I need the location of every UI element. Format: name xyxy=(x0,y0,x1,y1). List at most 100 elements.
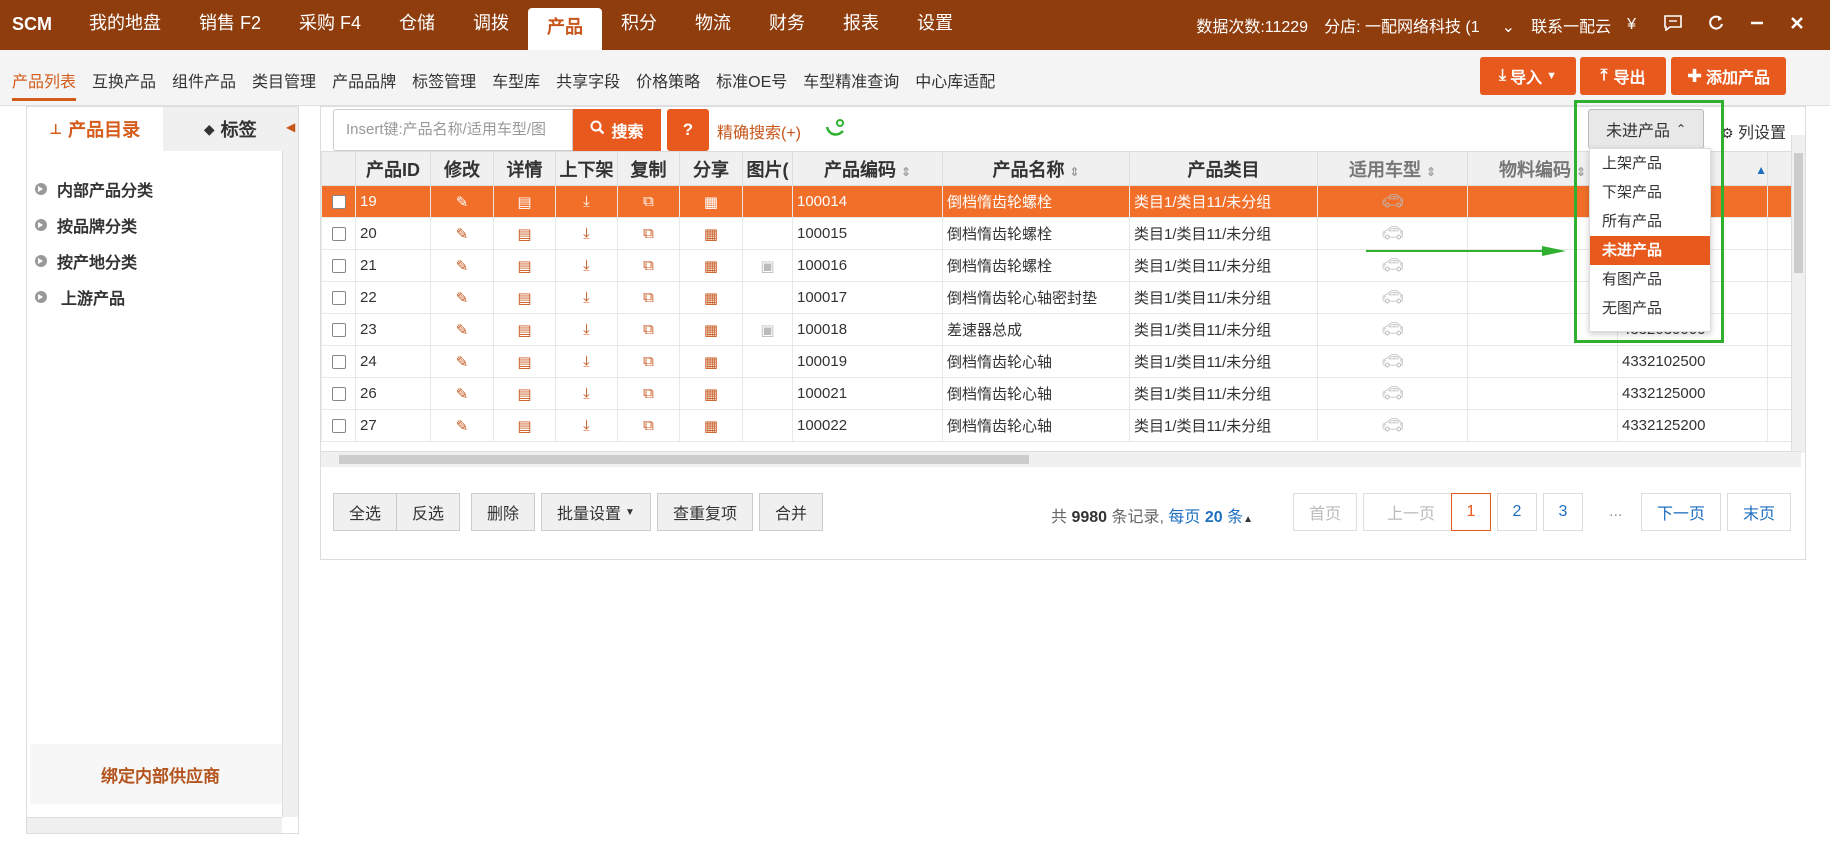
search-input[interactable]: Insert键:产品名称/适用车型/图 xyxy=(333,109,573,151)
tab-interchange[interactable]: 互换产品 xyxy=(92,68,156,101)
minimize-icon[interactable] xyxy=(1750,16,1764,35)
currency-icon[interactable]: ¥ xyxy=(1627,16,1636,34)
row-checkbox[interactable] xyxy=(321,345,356,378)
edit-icon[interactable]: ✎ xyxy=(430,313,494,346)
nav-my-board[interactable]: 我的地盘 xyxy=(70,0,180,50)
invert-selection-button[interactable]: 反选 xyxy=(396,493,460,531)
col-header-vehicle[interactable]: 适用车型 ⇕ xyxy=(1317,151,1468,186)
qrcode-icon[interactable]: ▦ xyxy=(679,217,743,250)
edit-icon[interactable]: ✎ xyxy=(430,281,494,314)
shelf-icon[interactable]: ⤓ xyxy=(555,185,618,218)
prev-page-button[interactable]: 上一页 xyxy=(1363,493,1459,531)
tab-price-strategy[interactable]: 价格策略 xyxy=(636,68,700,101)
scroll-thumb[interactable] xyxy=(1794,153,1803,273)
table-vscrollbar[interactable] xyxy=(1791,135,1805,453)
shelf-icon[interactable]: ⤓ xyxy=(555,217,618,250)
batch-settings-button[interactable]: 批量设置 ▼ xyxy=(541,493,651,531)
shelf-icon[interactable]: ⤓ xyxy=(555,409,618,442)
nav-product[interactable]: 产品 xyxy=(528,8,603,50)
checkbox[interactable] xyxy=(331,291,346,306)
edit-icon[interactable]: ✎ xyxy=(430,217,494,250)
contact-link[interactable]: 联系一配云 xyxy=(1531,13,1611,37)
refresh-icon[interactable] xyxy=(1708,15,1724,36)
edit-icon[interactable]: ✎ xyxy=(430,377,494,410)
message-icon[interactable] xyxy=(1664,14,1682,36)
sidebar-hscrollbar[interactable] xyxy=(27,817,282,833)
sidebar-item-upstream[interactable]: 上游产品 xyxy=(35,285,125,309)
scroll-thumb[interactable] xyxy=(339,455,1029,464)
detail-icon[interactable]: ▤ xyxy=(493,377,556,410)
shelf-icon[interactable]: ⤓ xyxy=(555,345,618,378)
row-checkbox[interactable] xyxy=(321,377,356,410)
nav-settings[interactable]: 设置 xyxy=(898,0,972,50)
table-row[interactable]: 27 ✎ ▤ ⤓ ⧉ ▦ 100022 倒档惰齿轮心轴 类目1/类目11/未分组 🚗︎ 433212… xyxy=(321,409,1802,442)
tab-catalog[interactable]: ⊥ 产品目录 xyxy=(27,107,163,151)
detail-icon[interactable]: ▤ xyxy=(493,345,556,378)
copy-icon[interactable]: ⧉ xyxy=(617,185,680,218)
edit-icon[interactable]: ✎ xyxy=(430,409,494,442)
tab-center-adapt[interactable]: 中心库适配 xyxy=(915,68,995,101)
collapse-sidebar-icon[interactable]: ◀ xyxy=(286,120,295,134)
nav-logistics[interactable]: 物流 xyxy=(676,0,750,50)
nav-warehouse[interactable]: 仓储 xyxy=(380,0,454,50)
shelf-icon[interactable]: ⤓ xyxy=(555,249,618,282)
tab-product-list[interactable]: 产品列表 xyxy=(12,68,77,101)
qrcode-icon[interactable]: ▦ xyxy=(679,249,743,282)
detail-icon[interactable]: ▤ xyxy=(493,217,556,250)
row-checkbox[interactable] xyxy=(321,249,356,282)
edit-icon[interactable]: ✎ xyxy=(430,185,494,218)
search-button[interactable]: 搜索 xyxy=(573,109,661,151)
checkbox[interactable] xyxy=(331,387,346,402)
checkbox[interactable] xyxy=(331,259,346,274)
next-page-button[interactable]: 下一页 xyxy=(1641,493,1721,531)
copy-icon[interactable]: ⧉ xyxy=(617,281,680,314)
nav-purchase[interactable]: 采购 F4 xyxy=(280,0,380,50)
checkbox[interactable] xyxy=(331,419,346,434)
copy-icon[interactable]: ⧉ xyxy=(617,313,680,346)
nav-sales[interactable]: 销售 F2 xyxy=(180,0,280,50)
qrcode-icon[interactable]: ▦ xyxy=(679,409,743,442)
import-button[interactable]: ⤓ 导入 ▼ xyxy=(1480,57,1576,95)
shelf-icon[interactable]: ⤓ xyxy=(555,377,618,410)
column-settings-button[interactable]: ⚙ 列设置 xyxy=(1721,119,1786,143)
sidebar-item-origin[interactable]: 按产地分类 xyxy=(35,249,137,273)
tab-shared-fields[interactable]: 共享字段 xyxy=(556,68,620,101)
qrcode-icon[interactable]: ▦ xyxy=(679,185,743,218)
tab-vehicle-lib[interactable]: 车型库 xyxy=(492,68,540,101)
merge-button[interactable]: 合并 xyxy=(759,493,823,531)
tab-tag[interactable]: ◆ 标签 xyxy=(162,107,298,151)
bind-supplier-button[interactable]: 绑定内部供应商 xyxy=(30,744,291,804)
edit-icon[interactable]: ✎ xyxy=(430,249,494,282)
row-checkbox[interactable] xyxy=(321,217,356,250)
sidebar-scrollbar[interactable] xyxy=(282,151,298,817)
checkbox[interactable] xyxy=(331,323,346,338)
copy-icon[interactable]: ⧉ xyxy=(617,409,680,442)
tab-brand[interactable]: 产品品牌 xyxy=(332,68,396,101)
checkbox[interactable] xyxy=(331,195,346,210)
help-button[interactable]: ? xyxy=(667,109,709,151)
shelf-icon[interactable]: ⤓ xyxy=(555,313,618,346)
delete-button[interactable]: 删除 xyxy=(471,493,535,531)
qrcode-icon[interactable]: ▦ xyxy=(679,345,743,378)
row-checkbox[interactable] xyxy=(321,313,356,346)
qrcode-icon[interactable]: ▦ xyxy=(679,281,743,314)
copy-icon[interactable]: ⧉ xyxy=(617,345,680,378)
copy-icon[interactable]: ⧉ xyxy=(617,217,680,250)
nav-finance[interactable]: 财务 xyxy=(750,0,824,50)
first-page-button[interactable]: 首页 xyxy=(1293,493,1357,531)
tab-oe[interactable]: 标准OE号 xyxy=(716,68,787,101)
nav-transfer[interactable]: 调拨 xyxy=(454,0,528,50)
table-row[interactable]: 24 ✎ ▤ ⤓ ⧉ ▦ 100019 倒档惰齿轮心轴 类目1/类目11/未分组 🚗︎ 433210… xyxy=(321,345,1802,378)
last-page-button[interactable]: 末页 xyxy=(1727,493,1791,531)
row-checkbox[interactable] xyxy=(321,409,356,442)
page-1-button[interactable]: 1 xyxy=(1451,493,1491,531)
detail-icon[interactable]: ▤ xyxy=(493,249,556,282)
nav-points[interactable]: 积分 xyxy=(602,0,676,50)
tab-vehicle-query[interactable]: 车型精准查询 xyxy=(803,68,899,101)
row-checkbox[interactable] xyxy=(321,281,356,314)
checkbox[interactable] xyxy=(331,355,346,370)
checkbox[interactable] xyxy=(331,227,346,242)
export-button[interactable]: ⤒ 导出 xyxy=(1580,57,1666,95)
page-2-button[interactable]: 2 xyxy=(1497,493,1537,531)
tab-component[interactable]: 组件产品 xyxy=(172,68,236,101)
